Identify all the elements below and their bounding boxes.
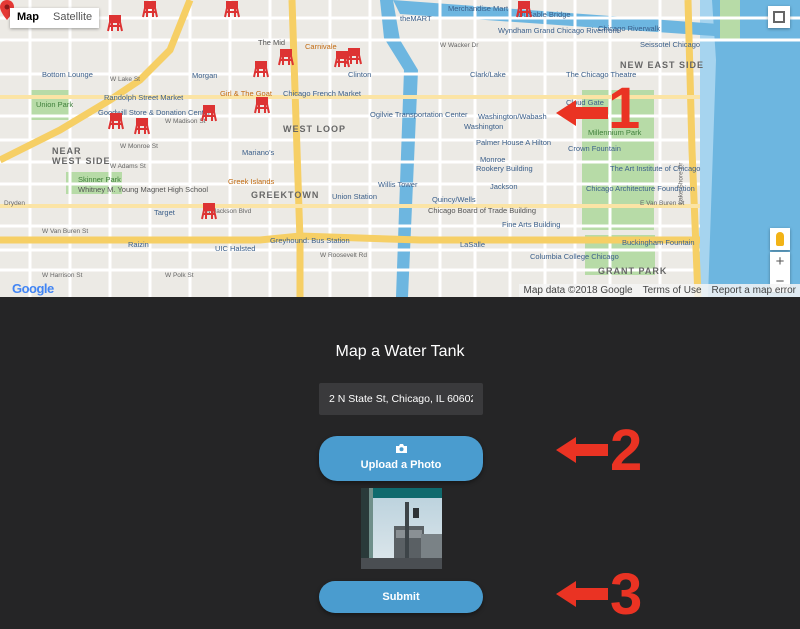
street-label: W Roosevelt Rd bbox=[320, 252, 367, 259]
place-label[interactable]: Merchandise Mart bbox=[448, 4, 508, 13]
place-label[interactable]: Chicago French Market bbox=[283, 89, 361, 98]
place-label[interactable]: Ogilvie Transportation Center bbox=[370, 110, 468, 119]
report-error-link[interactable]: Report a map error bbox=[712, 284, 796, 297]
water-tower-icon[interactable] bbox=[277, 48, 295, 66]
neighborhood-label: WEST LOOP bbox=[283, 124, 346, 134]
neighborhood-label: NEW EAST SIDE bbox=[620, 60, 705, 70]
google-logo-text: Google bbox=[12, 281, 54, 296]
place-label[interactable]: Morgan bbox=[192, 71, 217, 80]
place-label[interactable]: Bottom Lounge bbox=[42, 70, 93, 79]
map[interactable]: NEAR WEST SIDE WEST LOOP GREEKTOWN NEW E… bbox=[0, 0, 800, 297]
upload-photo-label: Upload a Photo bbox=[360, 459, 442, 471]
photo-thumbnail bbox=[361, 488, 442, 569]
place-label[interactable]: UIC Halsted bbox=[215, 244, 255, 253]
map-type-control[interactable]: Map Satellite bbox=[10, 8, 100, 28]
neighborhood-label: NEAR WEST SIDE bbox=[52, 146, 111, 166]
place-label[interactable]: Target bbox=[154, 208, 175, 217]
place-label[interactable]: Monroe bbox=[480, 155, 505, 164]
place-label[interactable]: Columbia College Chicago bbox=[530, 252, 619, 261]
place-label[interactable]: Jackson bbox=[490, 182, 518, 191]
water-tower-icon[interactable] bbox=[106, 14, 124, 32]
place-label[interactable]: Whitney M. Young Magnet High School bbox=[78, 185, 208, 194]
place-label[interactable]: Union Station bbox=[332, 192, 377, 201]
camera-icon bbox=[319, 436, 483, 456]
map-type-satellite[interactable]: Satellite bbox=[46, 8, 99, 28]
place-label[interactable]: The Art Institute of Chicago bbox=[610, 164, 700, 173]
place-label[interactable]: Mariano's bbox=[242, 148, 274, 157]
water-tower-icon[interactable] bbox=[345, 47, 363, 65]
upload-photo-button[interactable]: Upload a Photo bbox=[319, 436, 483, 481]
street-label: W Monroe St bbox=[120, 143, 158, 150]
place-label[interactable]: Seissotel Chicago bbox=[640, 40, 700, 49]
neighborhood-label: GREEKTOWN bbox=[251, 190, 320, 200]
street-label: W Polk St bbox=[165, 272, 194, 279]
water-tower-icon[interactable] bbox=[200, 104, 218, 122]
street-label: Lake Shore Dr bbox=[677, 162, 685, 205]
water-tower-icon[interactable] bbox=[253, 96, 271, 114]
place-label[interactable]: Skinner Park bbox=[78, 175, 121, 184]
place-label[interactable]: Rookery Building bbox=[476, 164, 533, 173]
water-tower-icon[interactable] bbox=[252, 60, 270, 78]
terms-link[interactable]: Terms of Use bbox=[643, 284, 702, 297]
annotation-number: 3 bbox=[610, 562, 643, 627]
address-input[interactable] bbox=[319, 383, 483, 415]
map-data-text: Map data ©2018 Google bbox=[523, 285, 633, 296]
neighborhood-label: GRANT PARK bbox=[598, 266, 668, 276]
zoom-in-button[interactable]: + bbox=[770, 252, 790, 272]
street-label: W Lake St bbox=[110, 76, 140, 83]
place-label[interactable]: theMART bbox=[400, 14, 432, 23]
place-label[interactable]: LaSalle bbox=[460, 240, 485, 249]
place-label[interactable]: Carnivale bbox=[305, 42, 337, 51]
place-label[interactable]: Chicago Riverwalk bbox=[598, 24, 660, 33]
street-label: Dryden bbox=[4, 200, 25, 207]
map-type-map[interactable]: Map bbox=[10, 8, 46, 28]
fullscreen-icon[interactable] bbox=[768, 6, 790, 28]
google-logo[interactable]: Google bbox=[12, 281, 54, 296]
annotation-number: 2 bbox=[610, 418, 643, 483]
place-label[interactable]: Raizin bbox=[128, 240, 149, 249]
place-label[interactable]: Crown Fountain bbox=[568, 144, 621, 153]
place-label[interactable]: Randolph Street Market bbox=[104, 93, 183, 102]
street-label: W Adams St bbox=[110, 163, 146, 170]
water-tower-icon[interactable] bbox=[223, 0, 241, 18]
water-tower-icon[interactable] bbox=[133, 117, 151, 135]
place-label[interactable]: Washington bbox=[464, 122, 503, 131]
place-label[interactable]: Union Park bbox=[36, 100, 73, 109]
water-tower-icon[interactable] bbox=[107, 112, 125, 130]
pegman-icon[interactable] bbox=[770, 228, 790, 250]
place-label[interactable]: Greyhound: Bus Station bbox=[270, 236, 350, 245]
place-label[interactable]: The Mid bbox=[258, 38, 285, 47]
water-tower-icon[interactable] bbox=[515, 0, 533, 18]
water-tower-icon[interactable] bbox=[141, 0, 159, 18]
street-label: W Van Buren St bbox=[42, 228, 89, 235]
place-label[interactable]: Washington/Wabash bbox=[478, 112, 547, 121]
water-tower-icon[interactable] bbox=[200, 202, 218, 220]
submit-button[interactable]: Submit bbox=[319, 581, 483, 613]
place-label[interactable]: Fine Arts Building bbox=[502, 220, 560, 229]
place-label[interactable]: Palmer House A Hilton bbox=[476, 138, 551, 147]
place-label[interactable]: Clark/Lake bbox=[470, 70, 506, 79]
place-label[interactable]: Chicago Board of Trade Building bbox=[428, 206, 536, 215]
annotation-arrow-icon bbox=[556, 437, 608, 463]
place-label[interactable]: Greek Islands bbox=[228, 177, 274, 186]
place-label[interactable]: Buckingham Fountain bbox=[622, 238, 695, 247]
place-label[interactable]: Quincy/Wells bbox=[432, 195, 476, 204]
annotation-arrow-icon bbox=[556, 581, 608, 607]
annotation-arrow-icon bbox=[556, 100, 608, 126]
street-label: W Harrison St bbox=[42, 272, 83, 279]
street-label: W Wacker Dr bbox=[440, 42, 479, 49]
map-attribution: Map data ©2018 Google Terms of Use Repor… bbox=[519, 284, 800, 297]
place-label[interactable]: Clinton bbox=[348, 70, 371, 79]
page-title: Map a Water Tank bbox=[335, 343, 465, 360]
annotation-number: 1 bbox=[608, 76, 641, 141]
place-label[interactable]: Willis Tower bbox=[378, 180, 417, 189]
street-label: E Van Buren St bbox=[640, 200, 685, 207]
